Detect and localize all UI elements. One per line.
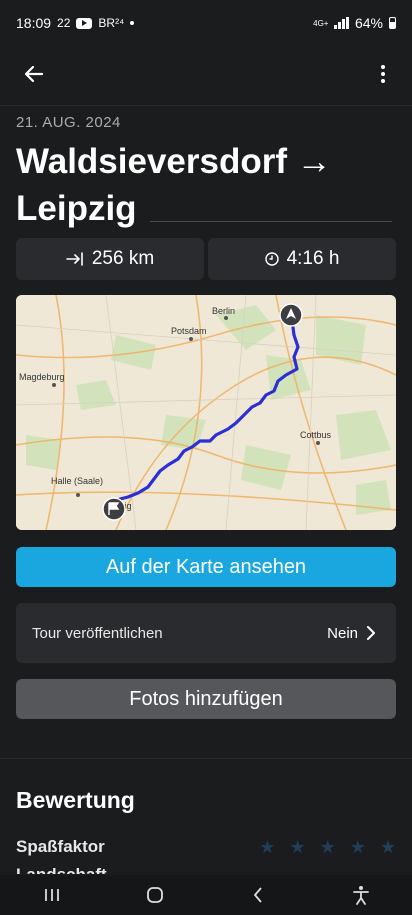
notification-count: 22	[57, 16, 71, 30]
map-label-magdeburg: Magdeburg	[19, 372, 65, 382]
arrow-left-icon	[24, 65, 44, 83]
publish-tour-row[interactable]: Tour veröffentlichen Nein	[16, 603, 396, 663]
map-label-berlin: Berlin	[212, 306, 235, 316]
route-map[interactable]: Berlin Potsdam Magdeburg Cottbus Halle (…	[16, 295, 396, 530]
chevron-right-icon	[367, 626, 375, 640]
signal-icon	[334, 17, 349, 29]
landscape-label: Landschaft	[16, 860, 107, 874]
recent-apps-icon	[44, 889, 59, 901]
arrow-to-line-icon	[66, 252, 83, 266]
back-button[interactable]	[20, 60, 48, 88]
tour-title: Waldsieversdorf → Leipzig	[16, 142, 332, 228]
add-photos-button[interactable]: Fotos hinzufügen	[16, 679, 396, 719]
section-divider	[0, 758, 412, 759]
battery-percent: 64%	[354, 15, 383, 31]
star-icon-1[interactable]: ★	[259, 837, 275, 858]
system-nav-bar	[0, 875, 412, 915]
clock: 18:09	[16, 15, 52, 31]
distance-value: 256 km	[91, 248, 155, 269]
star-icon-4[interactable]: ★	[350, 837, 366, 858]
title-underline	[150, 221, 392, 222]
publish-value-group: Nein	[327, 625, 376, 642]
tour-date: 21. AUG. 2024	[16, 114, 121, 131]
home-icon	[146, 887, 163, 903]
recent-apps-button[interactable]	[22, 875, 82, 915]
home-button[interactable]	[125, 875, 185, 915]
star-icon-5[interactable]: ★	[380, 837, 396, 858]
more-vert-icon	[381, 65, 385, 69]
map-label-halle: Halle (Saale)	[51, 476, 103, 486]
more-options-button[interactable]	[376, 60, 390, 88]
finish-flag-icon	[102, 497, 126, 521]
network-type: 4G+	[313, 18, 329, 28]
fun-factor-stars: ★ ★ ★ ★ ★	[259, 837, 396, 858]
status-bar: 18:09 22 BR²⁴ 4G+ 64%	[0, 0, 412, 46]
star-icon-3[interactable]: ★	[320, 837, 336, 858]
br24-icon: BR²⁴	[98, 16, 125, 30]
fun-factor-label: Spaßfaktor	[16, 837, 105, 856]
divider	[0, 105, 412, 106]
map-canvas: Berlin Potsdam Magdeburg Cottbus Halle (…	[16, 295, 396, 530]
view-on-map-button[interactable]: Auf der Karte ansehen	[16, 547, 396, 587]
accessibility-icon	[352, 886, 369, 905]
system-back-button[interactable]	[228, 875, 288, 915]
start-marker-icon	[279, 303, 303, 327]
publish-value: Nein	[327, 624, 358, 642]
youtube-icon	[76, 17, 93, 29]
clock-icon	[264, 252, 279, 266]
chevron-left-icon	[253, 887, 262, 903]
duration-value: 4:16 h	[286, 248, 340, 269]
distance-stat: 256 km	[16, 238, 204, 280]
publish-label: Tour veröffentlichen	[32, 624, 163, 642]
notification-dot-icon	[130, 21, 135, 25]
accessibility-button[interactable]	[331, 875, 391, 915]
star-icon-2[interactable]: ★	[289, 837, 305, 858]
map-label-potsdam: Potsdam	[171, 326, 207, 336]
app-bar	[0, 46, 412, 102]
rating-title: Bewertung	[16, 787, 135, 813]
duration-stat: 4:16 h	[208, 238, 396, 280]
battery-icon	[389, 17, 396, 29]
map-label-cottbus: Cottbus	[300, 430, 332, 440]
